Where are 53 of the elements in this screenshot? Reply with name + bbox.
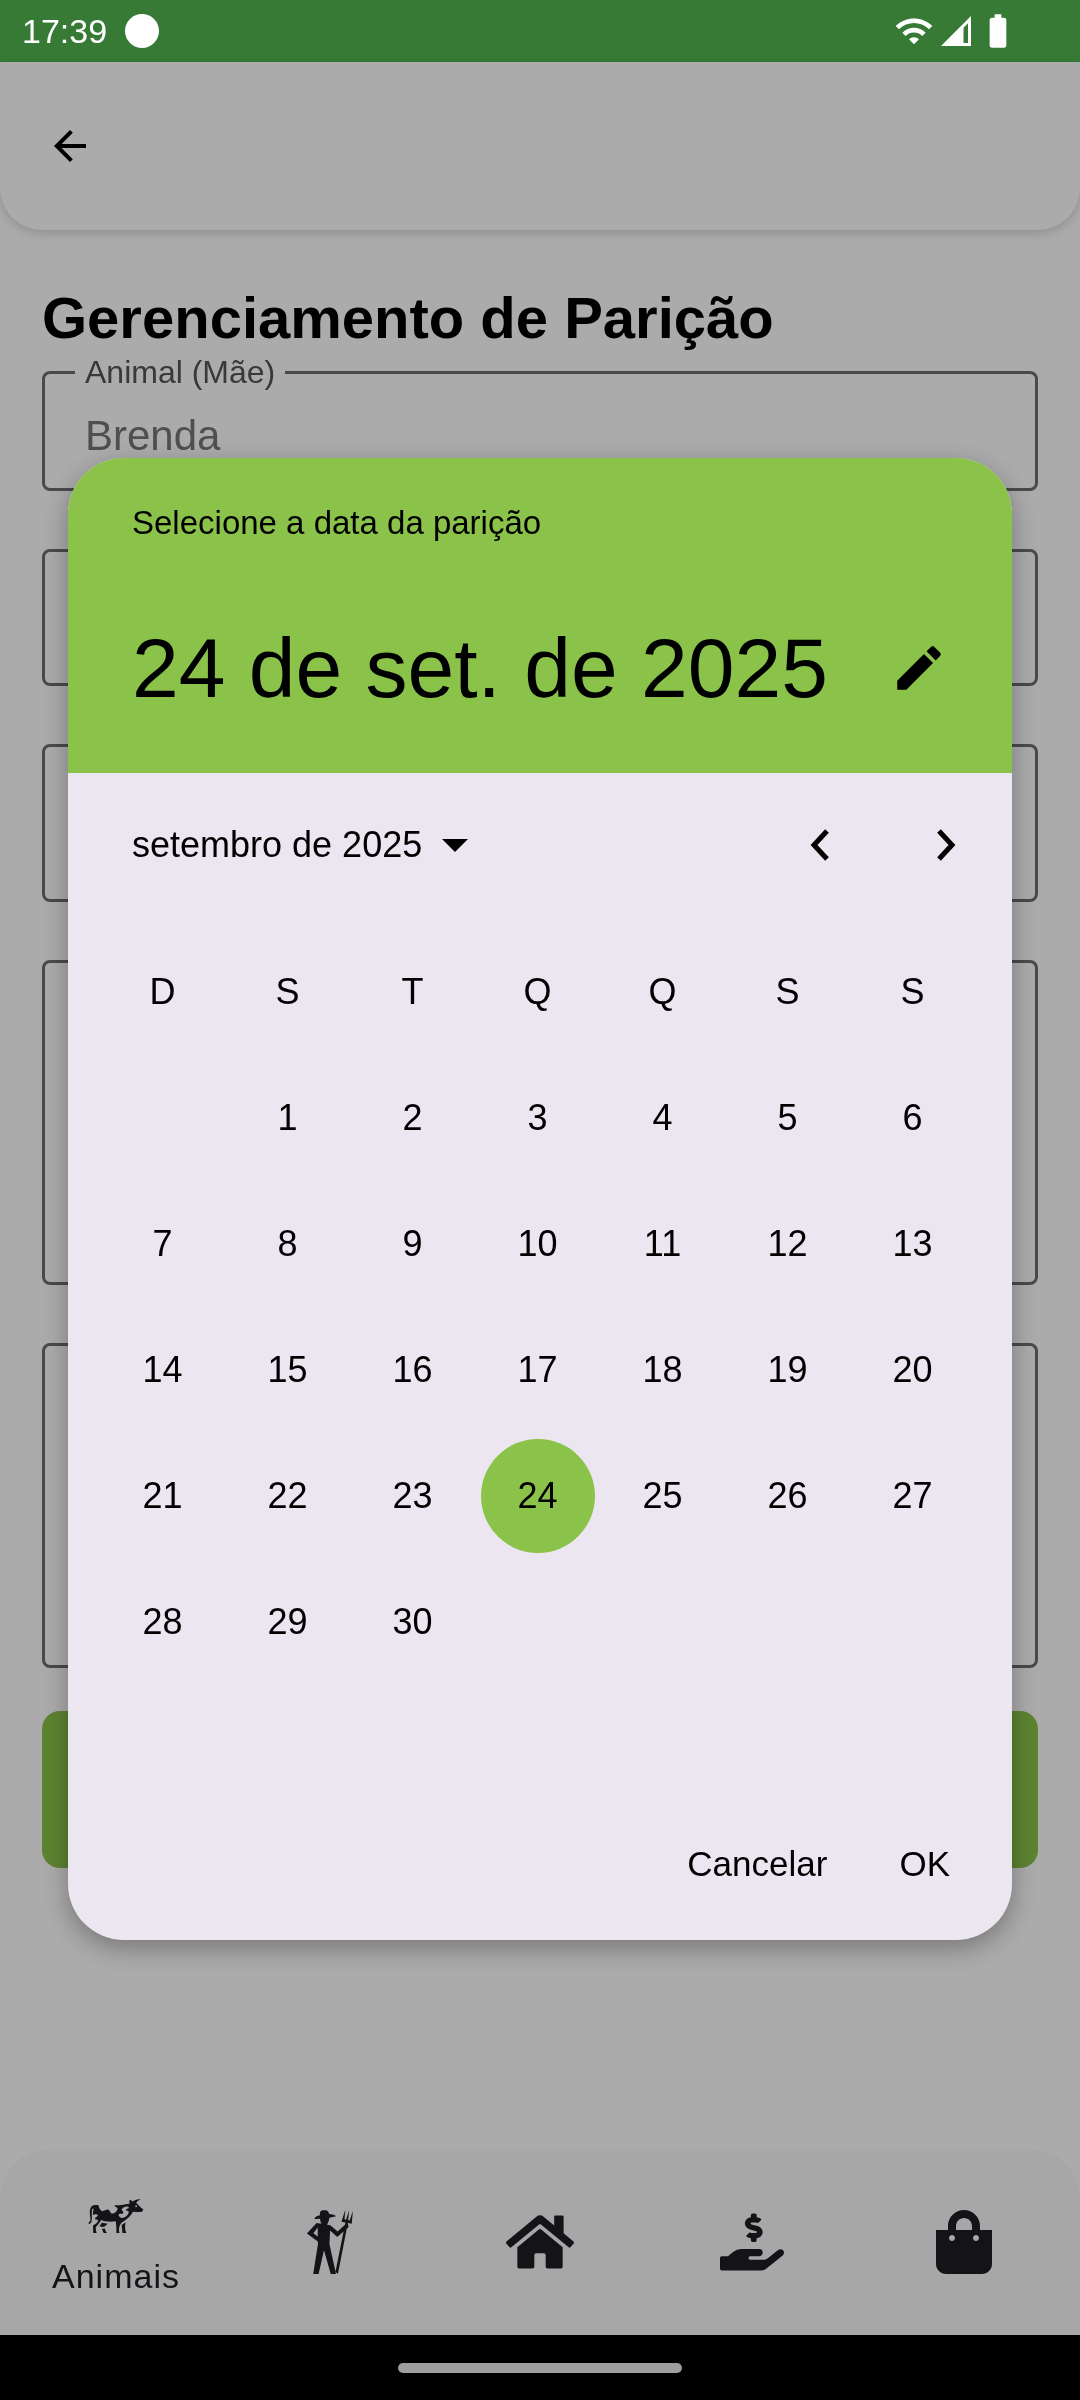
- status-time: 17:39: [22, 10, 108, 52]
- weekday-label: Q: [523, 970, 552, 1014]
- calendar-day[interactable]: 16: [355, 1313, 470, 1427]
- calendar-day[interactable]: 20: [855, 1313, 970, 1427]
- nav-item[interactable]: Animais: [26, 2167, 206, 2317]
- calendar-day[interactable]: 3: [480, 1061, 595, 1175]
- weekday-label: S: [775, 970, 800, 1014]
- previous-month-button[interactable]: [810, 829, 830, 861]
- calendar-day[interactable]: 14: [105, 1313, 220, 1427]
- calendar-day[interactable]: 22: [230, 1439, 345, 1553]
- weekday-label: Q: [648, 970, 677, 1014]
- calendar-day[interactable]: 6: [855, 1061, 970, 1175]
- field-label: Animal (Mãe): [84, 354, 277, 390]
- calendar-day[interactable]: 9: [355, 1187, 470, 1301]
- calendar-day[interactable]: 24: [480, 1439, 595, 1553]
- calendar-day[interactable]: 1: [230, 1061, 345, 1175]
- weekday-label: S: [275, 970, 300, 1014]
- dialog-heading: Selecione a data da parição: [132, 503, 543, 543]
- calendar-day[interactable]: 26: [730, 1439, 845, 1553]
- dialog-button[interactable]: OK: [873, 1824, 976, 1904]
- month-dropdown[interactable]: setembro de 2025: [132, 818, 469, 872]
- chevron-left-icon: [810, 829, 830, 861]
- calendar-day[interactable]: 19: [730, 1313, 845, 1427]
- calendar-day[interactable]: 11: [605, 1187, 720, 1301]
- calendar-day[interactable]: 27: [855, 1439, 970, 1553]
- selected-date: 24 de set. de 2025: [132, 625, 828, 710]
- calendar-day[interactable]: 13: [855, 1187, 970, 1301]
- calendar-day[interactable]: 18: [605, 1313, 720, 1427]
- calendar-day[interactable]: 30: [355, 1565, 470, 1679]
- notification-icon: [125, 14, 160, 48]
- calendar-day[interactable]: 12: [730, 1187, 845, 1301]
- weekday-label: D: [149, 970, 176, 1014]
- calendar-day[interactable]: 15: [230, 1313, 345, 1427]
- calendar-day[interactable]: 17: [480, 1313, 595, 1427]
- page-title: Gerenciamento de Parição: [42, 284, 775, 352]
- calendar-day[interactable]: 4: [605, 1061, 720, 1175]
- next-month-button[interactable]: [936, 829, 956, 861]
- calendar-day[interactable]: 8: [230, 1187, 345, 1301]
- calendar-day[interactable]: 2: [355, 1061, 470, 1175]
- chevron-right-icon: [936, 829, 956, 861]
- calendar-day[interactable]: 25: [605, 1439, 720, 1553]
- dropdown-caret-icon: [442, 838, 469, 852]
- calendar-day[interactable]: 5: [730, 1061, 845, 1175]
- dialog-button[interactable]: Cancelar: [661, 1824, 854, 1904]
- calendar-day[interactable]: 7: [105, 1187, 220, 1301]
- calendar-day[interactable]: 21: [105, 1439, 220, 1553]
- calendar-day[interactable]: 29: [230, 1565, 345, 1679]
- calendar-day[interactable]: 10: [480, 1187, 595, 1301]
- weekday-label: S: [900, 970, 925, 1014]
- field-value: Brenda: [84, 411, 222, 461]
- weekday-label: T: [401, 970, 424, 1014]
- calendar-day[interactable]: 23: [355, 1439, 470, 1553]
- calendar-day[interactable]: 28: [105, 1565, 220, 1679]
